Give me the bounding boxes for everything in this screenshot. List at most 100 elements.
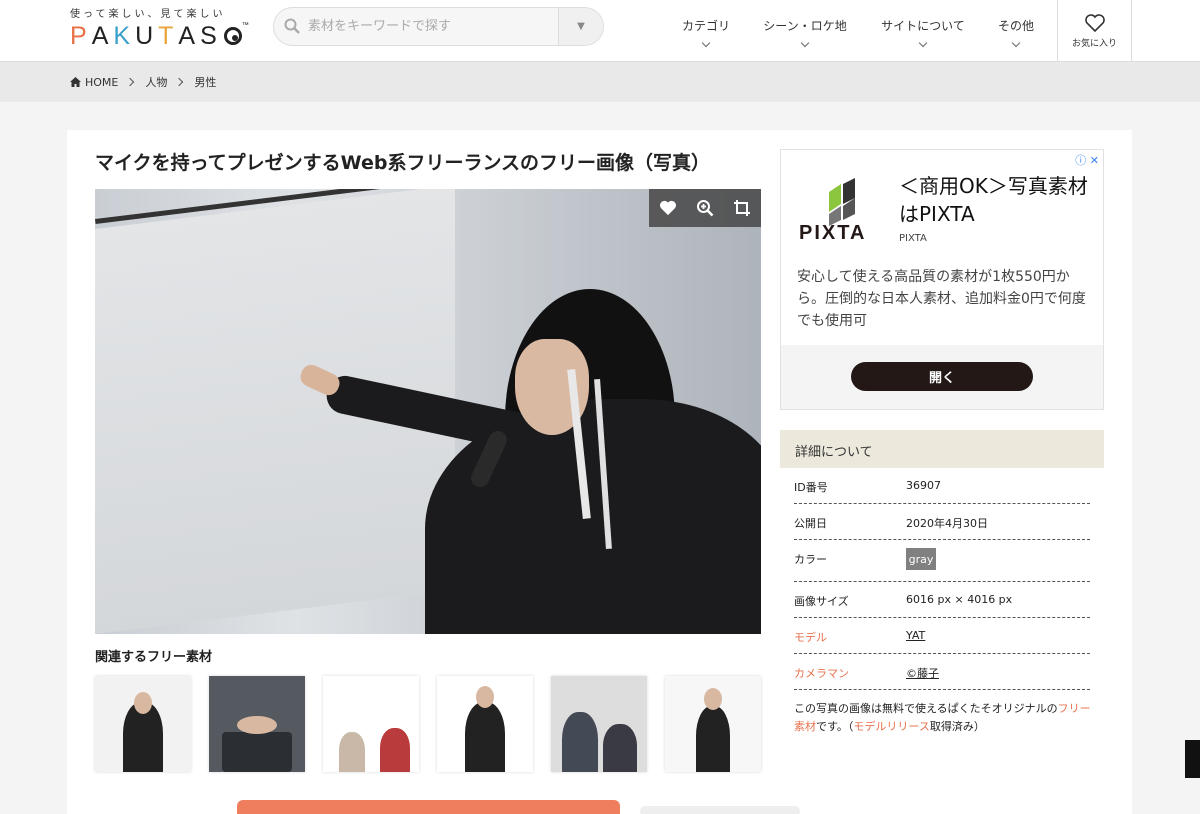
favorites-button[interactable]: お気に入り bbox=[1057, 0, 1132, 62]
related-thumbnail[interactable] bbox=[95, 676, 191, 772]
zoom-in-icon bbox=[696, 200, 714, 217]
ad-body: 安心して使える高品質の素材が1枚550円から。圧倒的な日本人素材、追加料金0円で… bbox=[797, 269, 1086, 329]
related-thumbnail[interactable] bbox=[323, 676, 419, 772]
model-release-link[interactable]: モデルリリース bbox=[853, 720, 929, 733]
related-thumbnail[interactable] bbox=[551, 676, 647, 772]
favorites-label: お気に入り bbox=[1071, 38, 1117, 49]
detail-row-photographer: カメラマン ©藤子 bbox=[794, 654, 1090, 690]
ad-headline: ＜商用OK＞写真素材はPIXTA bbox=[899, 174, 1088, 226]
color-badge[interactable]: gray bbox=[906, 548, 936, 570]
note-text: です。（ bbox=[816, 720, 854, 733]
thumb-figure bbox=[561, 712, 598, 772]
thumb-head bbox=[237, 716, 277, 734]
related-thumbnail[interactable] bbox=[665, 676, 761, 772]
ad-info-close-icon[interactable]: ⓘ ✕ bbox=[1075, 152, 1099, 168]
download-button[interactable] bbox=[237, 800, 620, 814]
detail-row-date: 公開日 2020年4月30日 bbox=[794, 504, 1090, 540]
nav-other[interactable]: その他 bbox=[996, 0, 1036, 62]
logo-letter: S bbox=[200, 22, 222, 50]
detail-key: カラー bbox=[794, 553, 827, 566]
breadcrumb-item[interactable]: 男性 bbox=[194, 74, 216, 90]
nav-label: カテゴリ bbox=[682, 18, 731, 33]
pixta-logo: PIXTA bbox=[799, 176, 885, 246]
detail-key: 公開日 bbox=[794, 517, 827, 530]
thumb-head bbox=[704, 688, 722, 710]
thumb-head bbox=[134, 692, 152, 714]
details-heading: 詳細について bbox=[780, 430, 1104, 468]
detail-key: 画像サイズ bbox=[794, 595, 849, 608]
ad-banner[interactable]: ⓘ ✕ PIXTA ＜商用OK＞写真素材はPIXTA PIXTA 安心して使える… bbox=[780, 149, 1104, 410]
detail-value: 36907 bbox=[906, 479, 941, 492]
heart-icon bbox=[659, 200, 676, 216]
detail-row-model: モデル YAT bbox=[794, 618, 1090, 654]
chevron-down-icon bbox=[918, 38, 928, 47]
detail-value: 6016 px × 4016 px bbox=[906, 593, 1013, 606]
logo-wordmark: PAKUTAS ™ bbox=[70, 22, 260, 51]
detail-key: ID番号 bbox=[794, 481, 828, 494]
nav-label: サイトについて bbox=[881, 18, 965, 33]
breadcrumb: HOME 人物 男性 bbox=[70, 74, 216, 90]
logo-letter: A bbox=[178, 22, 201, 50]
favorite-photo-button[interactable] bbox=[659, 200, 677, 216]
breadcrumb-home[interactable]: HOME bbox=[85, 76, 118, 89]
detail-key: モデル bbox=[794, 631, 827, 644]
thumb-figure bbox=[222, 732, 292, 772]
related-thumbnail[interactable] bbox=[437, 676, 533, 772]
nav-about-site[interactable]: サイトについて bbox=[880, 0, 966, 62]
main-photo[interactable] bbox=[95, 189, 761, 634]
logo-letter: A bbox=[91, 22, 114, 50]
detail-key: カメラマン bbox=[794, 667, 849, 680]
logo-letter: U bbox=[135, 22, 159, 50]
thumb-figure bbox=[380, 728, 410, 772]
search-input[interactable] bbox=[308, 8, 558, 45]
detail-value: 2020年4月30日 bbox=[906, 517, 988, 530]
thumb-figure bbox=[696, 706, 730, 772]
thumb-figure bbox=[603, 724, 638, 772]
thumb-figure bbox=[465, 702, 505, 772]
nav-label: シーン・ロケ地 bbox=[763, 18, 847, 33]
logo-eye-icon bbox=[223, 27, 242, 45]
crop-button[interactable] bbox=[733, 199, 751, 217]
logo-tm: ™ bbox=[241, 22, 254, 29]
breadcrumb-bar: HOME 人物 男性 bbox=[0, 62, 1200, 102]
nav-label: その他 bbox=[997, 18, 1034, 33]
breadcrumb-item[interactable]: 人物 bbox=[145, 74, 167, 90]
chevron-down-icon bbox=[800, 38, 810, 47]
logo-letter: T bbox=[158, 22, 179, 50]
nav-category[interactable]: カテゴリ bbox=[682, 0, 730, 62]
scroll-top-button[interactable] bbox=[1185, 740, 1200, 778]
detail-row-size: 画像サイズ 6016 px × 4016 px bbox=[794, 582, 1090, 618]
photo-toolbar bbox=[649, 189, 761, 227]
site-logo[interactable]: 使って楽しい、見て楽しい PAKUTAS ™ bbox=[70, 5, 260, 55]
chevron-down-icon bbox=[1011, 38, 1021, 47]
secondary-button[interactable] bbox=[640, 806, 800, 814]
home-icon bbox=[70, 77, 81, 87]
note-text: 取得済み） bbox=[929, 720, 985, 733]
detail-row-color: カラー gray bbox=[794, 540, 1090, 582]
ad-footer: 開く bbox=[781, 345, 1103, 409]
heart-icon bbox=[1084, 13, 1105, 32]
zoom-button[interactable] bbox=[696, 199, 714, 217]
page-title: マイクを持ってプレゼンするWeb系フリーランスのフリー画像（写真） bbox=[95, 152, 711, 174]
search-icon bbox=[284, 18, 300, 34]
logo-letter: K bbox=[113, 22, 136, 50]
thumb-head bbox=[476, 686, 494, 708]
chevron-down-icon bbox=[701, 38, 711, 47]
search-box: ▼ bbox=[273, 7, 604, 46]
nav-scene-location[interactable]: シーン・ロケ地 bbox=[762, 0, 848, 62]
related-heading: 関連するフリー素材 bbox=[95, 650, 213, 665]
photographer-link[interactable]: ©藤子 bbox=[906, 665, 939, 681]
logo-letter: P bbox=[70, 22, 92, 50]
chevron-right-icon bbox=[175, 77, 184, 87]
thumb-figure bbox=[338, 732, 365, 772]
note-text: この写真の画像は無料で使えるぱくたそオリジナルの bbox=[794, 702, 1058, 715]
logo-tagline: 使って楽しい、見て楽しい bbox=[70, 9, 226, 20]
ad-brand: PIXTA bbox=[899, 233, 927, 244]
search-dropdown-button[interactable]: ▼ bbox=[558, 8, 603, 45]
model-link[interactable]: YAT bbox=[906, 629, 925, 642]
crop-icon bbox=[734, 200, 751, 216]
pixta-logo-text: PIXTA bbox=[799, 222, 867, 244]
chevron-right-icon bbox=[126, 77, 135, 87]
ad-open-button[interactable]: 開く bbox=[851, 362, 1033, 391]
related-thumbnail[interactable] bbox=[209, 676, 305, 772]
